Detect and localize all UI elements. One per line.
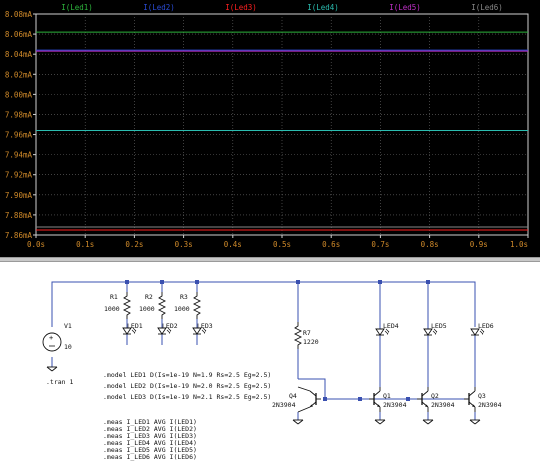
y-tick-label: 8.06mA [5, 30, 33, 39]
resistor-r2[interactable]: R2 1000 [139, 291, 166, 320]
y-tick-label: 7.94mA [5, 151, 33, 160]
legend-entry: I(Led6) [471, 3, 503, 12]
y-tick-label: 8.02mA [5, 70, 33, 79]
component-label: R1 [110, 293, 118, 301]
led-led2[interactable]: LED2 [157, 322, 178, 335]
component-label: R7 [303, 329, 311, 337]
component-label: R2 [145, 293, 153, 301]
x-tick-label: 0.7s [371, 240, 389, 249]
led-led3[interactable]: LED3 [192, 322, 213, 335]
waveform-viewer[interactable]: I(Led1) I(Led2) I(Led3) I(Led4) I(Led5) I(Led… [0, 0, 540, 257]
component-value: 2N3904 [272, 401, 296, 409]
model-directive[interactable]: .model LED1 D(Is=1e-19 N=1.9 Rs=2.5 Eg=2… [103, 371, 271, 379]
component-label: LED4 [383, 322, 399, 330]
legend-entry: I(Led4) [307, 3, 339, 12]
x-tick-label: 0.5s [273, 240, 291, 249]
schematic-editor[interactable]: + V1 10 R1 1000 R2 1000 R3 1000 R7 1220 … [0, 262, 540, 471]
component-value: 2N3904 [383, 401, 407, 409]
y-tick-label: 7.88mA [5, 211, 33, 220]
resistor-r1[interactable]: R1 1000 [104, 291, 131, 320]
resistor-r3[interactable]: R3 1000 [174, 291, 201, 320]
y-tick-label: 7.86mA [5, 231, 33, 240]
component-label: R3 [180, 293, 188, 301]
component-label: LED6 [478, 322, 494, 330]
x-tick-label: 0.9s [470, 240, 488, 249]
x-tick-label: 0.6s [322, 240, 340, 249]
component-value: 10 [64, 343, 72, 351]
component-label: Q4 [289, 392, 297, 400]
component-value: 2N3904 [478, 401, 502, 409]
component-value: 1000 [139, 305, 155, 313]
legend-entry: I(Led3) [225, 3, 257, 12]
legend-entry: I(Led2) [143, 3, 175, 12]
schematic-canvas[interactable]: + V1 10 R1 1000 R2 1000 R3 1000 R7 1220 … [0, 262, 540, 471]
y-axis-ticks: 8.08mA 8.06mA 8.04mA 8.02mA 8.00mA 7.98mA 7.96… [5, 10, 36, 240]
model-directive[interactable]: .model LED3 D(Is=1e-19 N=2.1 Rs=2.5 Eg=2… [103, 393, 271, 401]
component-label: Q2 [431, 392, 439, 400]
led-led5[interactable]: LED5 [423, 322, 447, 336]
meas-directive[interactable]: .meas I_LED6 AVG I(LED6) [103, 453, 197, 461]
component-label: LED5 [431, 322, 447, 330]
tran-directive[interactable]: .tran 1 [46, 378, 73, 386]
component-value: 1220 [303, 338, 319, 346]
y-tick-label: 8.08mA [5, 10, 33, 19]
resistor-r7[interactable]: R7 1220 [294, 321, 319, 350]
x-axis-ticks: 0.0s 0.1s 0.2s 0.3s 0.4s 0.5s 0.6s 0.7s 0.8s 0.9s… [27, 235, 529, 249]
y-tick-label: 8.00mA [5, 90, 33, 99]
component-label: Q3 [478, 392, 486, 400]
svg-text:+: + [49, 334, 53, 342]
x-tick-label: 1.0s [510, 240, 528, 249]
plot-grid [36, 14, 528, 235]
x-tick-label: 0.3s [175, 240, 193, 249]
led-led4[interactable]: LED4 [375, 322, 399, 336]
y-tick-label: 7.90mA [5, 191, 33, 200]
x-tick-label: 0.0s [27, 240, 45, 249]
led-led1[interactable]: LED1 [122, 322, 143, 335]
component-value: 1000 [104, 305, 120, 313]
x-tick-label: 0.1s [76, 240, 94, 249]
component-label: V1 [64, 322, 72, 330]
ltspice-window: I(Led1) I(Led2) I(Led3) I(Led4) I(Led5) I(Led… [0, 0, 540, 471]
transistor-q4[interactable]: Q4 2N3904 [272, 386, 322, 425]
x-tick-label: 0.2s [125, 240, 143, 249]
led-led6[interactable]: LED6 [470, 322, 494, 336]
x-tick-label: 0.8s [421, 240, 439, 249]
component-label: LED2 [162, 322, 178, 330]
component-value: 1000 [174, 305, 190, 313]
component-value: 2N3904 [431, 401, 455, 409]
model-directive[interactable]: .model LED2 D(Is=1e-19 N=2.0 Rs=2.5 Eg=2… [103, 382, 271, 390]
legend-entry: I(Led1) [61, 3, 93, 12]
voltage-source-v1[interactable]: + V1 10 [42, 322, 72, 372]
component-label: LED1 [127, 322, 143, 330]
transistor-q1[interactable]: Q1 2N3904 [368, 387, 407, 425]
transistor-q2[interactable]: Q2 2N3904 [416, 387, 455, 425]
spice-directives[interactable]: .tran 1 .model LED1 D(Is=1e-19 N=1.9 Rs=… [46, 371, 271, 461]
transistor-q3[interactable]: Q3 2N3904 [463, 387, 502, 425]
legend-entry: I(Led5) [389, 3, 421, 12]
component-label: LED3 [197, 322, 213, 330]
x-tick-label: 0.4s [224, 240, 242, 249]
y-tick-label: 7.96mA [5, 131, 33, 140]
y-tick-label: 7.92mA [5, 171, 33, 180]
waveform-plot[interactable]: I(Led1) I(Led2) I(Led3) I(Led4) I(Led5) I(Led… [0, 0, 540, 257]
y-tick-label: 7.98mA [5, 110, 33, 119]
y-tick-label: 8.04mA [5, 50, 33, 59]
component-label: Q1 [383, 392, 391, 400]
trace-legend: I(Led1) I(Led2) I(Led3) I(Led4) I(Led5) I(Led… [61, 3, 503, 12]
